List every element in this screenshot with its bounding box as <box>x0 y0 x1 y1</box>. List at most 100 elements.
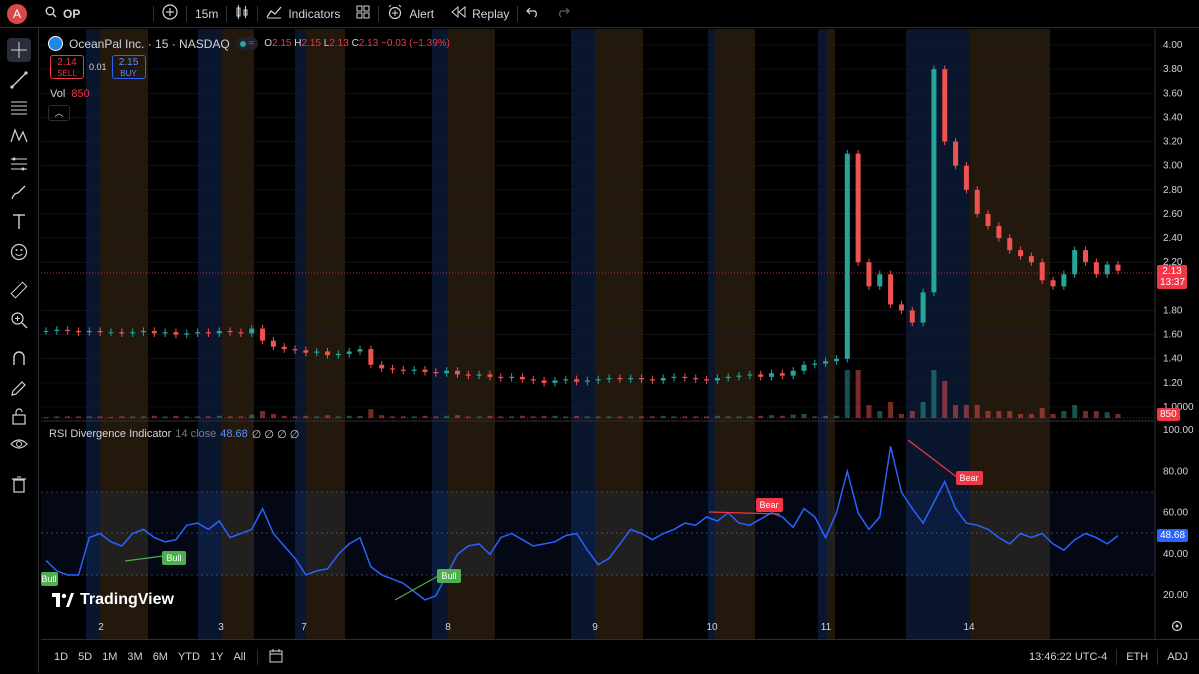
calendar-icon[interactable] <box>264 648 288 666</box>
candle-body <box>779 373 785 376</box>
undo-icon <box>526 6 540 21</box>
chart-canvas[interactable]: Bull Bull Bull Bear Bear 4.00 3.80 3.60 3.4… <box>41 29 1199 673</box>
grid-icon <box>356 5 370 22</box>
spread-value: 0.01 <box>89 62 107 72</box>
svg-text:Bear: Bear <box>959 473 978 483</box>
bottom-toolbar: 1D 5D 1M 3M 6M YTD 1Y All 13:46:22 UTC-4… <box>41 639 1199 674</box>
candle-body <box>1072 250 1078 275</box>
volume-bar <box>270 414 276 418</box>
range-5d[interactable]: 5D <box>73 651 97 663</box>
crosshair-icon <box>11 42 27 58</box>
pattern-tool[interactable] <box>7 124 31 148</box>
rewind-icon <box>450 5 466 21</box>
crosshair-tool[interactable] <box>7 38 31 62</box>
compare-button[interactable] <box>154 0 186 27</box>
collapse-legend-button[interactable]: ︿ <box>48 105 70 121</box>
svg-text:Bear: Bear <box>759 500 778 510</box>
redo-button[interactable] <box>548 0 578 27</box>
candle-body <box>379 364 385 369</box>
candle-body <box>140 330 146 333</box>
chart-type-button[interactable] <box>227 0 257 27</box>
undo-button[interactable] <box>518 0 548 27</box>
candle-body <box>1039 262 1045 281</box>
interval-button[interactable]: 15m <box>187 0 226 27</box>
range-1d[interactable]: 1D <box>49 651 73 663</box>
brush-tool[interactable] <box>7 180 31 204</box>
candle-body <box>1093 262 1099 275</box>
symbol-title[interactable]: OceanPal Inc. · 15 · NASDAQ <box>69 37 230 51</box>
visibility-tool[interactable] <box>7 432 31 456</box>
price-axis[interactable]: 4.003.803.603.403.203.002.802.602.402.20… <box>1163 40 1194 413</box>
candle-body <box>130 332 136 334</box>
range-3m[interactable]: 3M <box>122 651 147 663</box>
price-tick: 3.80 <box>1163 64 1183 75</box>
candle-body <box>866 262 872 287</box>
sell-button[interactable]: 2.14 SELL <box>50 55 84 79</box>
smiley-icon <box>10 243 28 261</box>
trash-icon <box>12 476 26 493</box>
user-avatar[interactable]: A <box>7 3 27 24</box>
magnet-tool[interactable] <box>7 346 31 370</box>
candle-body <box>563 379 569 381</box>
volume-bar <box>768 415 774 418</box>
volume-bar <box>606 416 612 418</box>
trend-line-icon <box>10 71 28 89</box>
trend-line-tool[interactable] <box>7 68 31 92</box>
tradingview-logo[interactable]: TradingView <box>52 591 174 609</box>
indicators-button[interactable]: Indicators <box>258 0 348 27</box>
range-1y[interactable]: 1Y <box>205 651 228 663</box>
candle-body <box>303 350 309 353</box>
symbol-logo <box>48 36 63 51</box>
range-all[interactable]: All <box>228 651 250 663</box>
candle-body <box>498 376 504 379</box>
tv-logo-icon <box>52 593 74 607</box>
magnet-icon <box>13 351 25 365</box>
settings-icon[interactable] <box>1171 620 1183 632</box>
clock-display[interactable]: 13:46:22 UTC-4 <box>1024 651 1112 663</box>
adj-button[interactable]: ADJ <box>1162 651 1193 663</box>
candle-body <box>476 374 482 376</box>
price-tick: 3.00 <box>1163 161 1183 172</box>
volume-bar <box>519 415 525 418</box>
alert-label: Alert <box>409 6 435 21</box>
volume-bar <box>801 414 807 418</box>
candle-body <box>249 328 255 334</box>
candle-body <box>595 379 601 381</box>
volume-bar <box>920 402 926 418</box>
last-price-tag: 2.13 13:37 <box>1157 265 1187 289</box>
price-tick: 3.60 <box>1163 88 1183 99</box>
volume-bar <box>1104 412 1110 418</box>
range-ytd[interactable]: YTD <box>173 651 205 663</box>
forecast-tool[interactable] <box>7 152 31 176</box>
candle-body <box>390 368 396 370</box>
range-6m[interactable]: 6M <box>148 651 173 663</box>
volume-bar <box>249 414 255 418</box>
emoji-tool[interactable] <box>7 240 31 264</box>
layout-button[interactable] <box>348 0 378 27</box>
zoom-tool[interactable] <box>7 308 31 332</box>
rsi-name[interactable]: RSI Divergence Indicator <box>49 428 171 441</box>
buy-button[interactable]: 2.15 BUY <box>111 55 146 79</box>
volume-bar <box>357 415 363 418</box>
pattern-icon <box>10 128 28 143</box>
text-tool[interactable] <box>7 210 31 234</box>
lock-drawings-tool[interactable] <box>7 376 31 400</box>
time-tick: 11 <box>821 622 832 633</box>
range-1m[interactable]: 1M <box>97 651 122 663</box>
market-status-icon: ≈ <box>235 37 259 50</box>
replay-button[interactable]: Replay <box>442 0 517 27</box>
delete-tool[interactable] <box>7 472 31 496</box>
alert-button[interactable]: Alert <box>379 0 442 27</box>
volume-bar <box>563 416 569 418</box>
session-button[interactable]: ETH <box>1121 651 1153 663</box>
measure-tool[interactable] <box>7 278 31 302</box>
volume-bar <box>877 411 883 418</box>
lock-tool[interactable] <box>7 404 31 428</box>
rsi-axis[interactable]: 100.00 80.00 60.00 40.00 20.00 <box>1163 425 1194 601</box>
volume-bar <box>346 415 352 418</box>
candle-body <box>747 374 753 376</box>
candle-body <box>812 363 818 365</box>
symbol-search[interactable]: OP <box>37 0 153 27</box>
volume-bar <box>1007 411 1013 418</box>
fib-tool[interactable] <box>7 96 31 120</box>
